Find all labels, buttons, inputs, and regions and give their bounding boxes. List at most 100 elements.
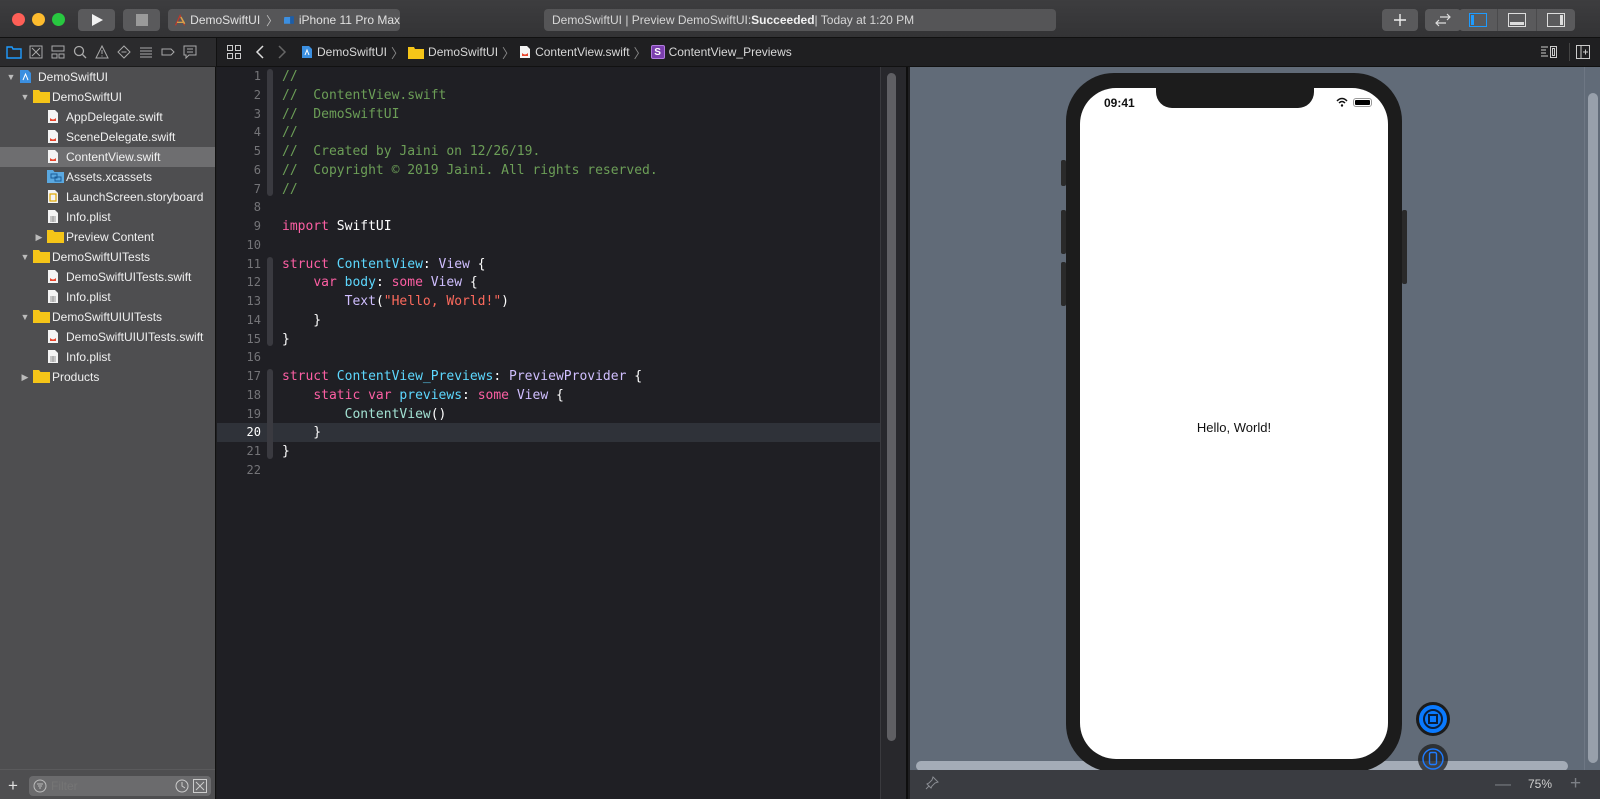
debug-navigator-tab[interactable]	[136, 43, 155, 62]
toggle-navigator-button[interactable]	[1459, 9, 1498, 31]
jumpbar-item-symbol[interactable]: S ContentView_Previews	[650, 45, 792, 59]
tree-item[interactable]: ▼ DemoSwiftUI	[0, 67, 215, 87]
disclosure-closed-icon[interactable]: ▶	[34, 232, 44, 242]
jumpbar-label: DemoSwiftUI	[428, 45, 499, 59]
find-navigator-tab[interactable]	[70, 43, 89, 62]
code-token: View	[430, 275, 463, 291]
tree-item[interactable]: Assets.xcassets	[0, 167, 215, 187]
canvas-vertical-scrollbar[interactable]	[1588, 93, 1598, 763]
code-fold-ribbon[interactable]	[267, 387, 273, 440]
tree-item-label: Preview Content	[66, 230, 155, 244]
toggle-inspector-button[interactable]	[1537, 9, 1575, 31]
left-panel-icon	[1469, 13, 1487, 27]
split-editor-icon	[1576, 45, 1590, 59]
pin-icon[interactable]	[925, 776, 939, 790]
tree-item[interactable]: ▼ DemoSwiftUITests	[0, 247, 215, 267]
battery-level	[1355, 99, 1370, 105]
filter-field[interactable]	[29, 776, 211, 796]
zoom-in-button[interactable]: +	[1570, 773, 1581, 795]
source-control-filter-icon[interactable]	[193, 779, 207, 793]
code-token: :	[422, 256, 439, 272]
report-navigator-tab[interactable]	[180, 43, 199, 62]
tree-item[interactable]: Info.plist	[0, 287, 215, 307]
add-editor-button[interactable]	[1576, 45, 1590, 62]
plist-icon	[47, 289, 62, 305]
line-number: 7	[253, 181, 261, 196]
breakpoint-navigator-tab[interactable]	[158, 43, 177, 62]
scheme-project-label: DemoSwiftUI	[190, 13, 261, 27]
minimize-window-button[interactable]	[32, 13, 45, 26]
zoom-level: 75%	[1528, 777, 1553, 791]
line-number: 15	[246, 331, 261, 346]
disclosure-open-icon[interactable]: ▼	[20, 252, 30, 262]
recent-files-icon[interactable]	[175, 779, 189, 793]
code-fold-ribbon[interactable]	[267, 275, 273, 328]
tree-item[interactable]: DemoSwiftUIUITests.swift	[0, 327, 215, 347]
source-editor[interactable]: 1 // 2 // ContentView.swift 3 // DemoSwiftUI 4…	[217, 67, 880, 799]
tree-item[interactable]: AppDelegate.swift	[0, 107, 215, 127]
tree-item[interactable]: ContentView.swift	[0, 147, 215, 167]
code-token: )	[501, 294, 509, 309]
test-navigator-tab[interactable]	[114, 43, 133, 62]
symbol-navigator-tab[interactable]	[48, 43, 67, 62]
editor-options-button[interactable]	[1540, 45, 1558, 62]
toggle-debug-area-button[interactable]	[1498, 9, 1537, 31]
close-window-button[interactable]	[12, 13, 25, 26]
plus-icon	[1394, 14, 1406, 26]
forward-chevron-icon[interactable]	[277, 45, 287, 59]
tree-item[interactable]: DemoSwiftUITests.swift	[0, 267, 215, 287]
library-button[interactable]	[1382, 9, 1418, 31]
code-token: ()	[430, 406, 447, 422]
code-token: }	[282, 312, 322, 328]
jumpbar-item-group[interactable]: DemoSwiftUI	[408, 45, 498, 59]
tree-item[interactable]: Info.plist	[0, 207, 215, 227]
swift-icon	[47, 129, 62, 145]
back-chevron-icon[interactable]	[255, 45, 265, 59]
disclosure-closed-icon[interactable]: ▶	[20, 372, 30, 382]
code-token: static	[313, 387, 361, 403]
list-icon	[139, 47, 152, 58]
scrollbar-thumb[interactable]	[887, 73, 896, 741]
source-control-navigator-tab[interactable]	[26, 43, 45, 62]
swift-icon	[47, 109, 62, 125]
code-review-button[interactable]	[1425, 9, 1461, 31]
speech-bubble-icon	[183, 45, 196, 59]
project-navigator-tab[interactable]	[4, 43, 23, 62]
issue-navigator-tab[interactable]	[92, 43, 111, 62]
related-items-icon[interactable]	[227, 45, 241, 59]
tree-item[interactable]: ▼ DemoSwiftUI	[0, 87, 215, 107]
disclosure-open-icon[interactable]: ▼	[20, 312, 30, 322]
code-line: Text("Hello, World!")	[282, 292, 509, 311]
code-token: some	[391, 275, 423, 291]
jumpbar-label: DemoSwiftUI	[317, 45, 388, 59]
tree-item[interactable]: ▶ Products	[0, 367, 215, 387]
scheme-selector[interactable]: DemoSwiftUI 〉 iPhone 11 Pro Max	[168, 9, 400, 31]
editor-minimap-scrollbar[interactable]	[880, 67, 908, 799]
disclosure-open-icon[interactable]: ▼	[20, 92, 30, 102]
filter-input[interactable]	[51, 779, 171, 793]
tree-item[interactable]: ▼ DemoSwiftUIUITests	[0, 307, 215, 327]
tree-item[interactable]: SceneDelegate.swift	[0, 127, 215, 147]
code-token: :	[462, 387, 478, 403]
jumpbar-item-file[interactable]: ContentView.swift	[519, 45, 630, 59]
code-fold-ribbon[interactable]	[267, 69, 273, 197]
code-line: var body: some View {	[282, 273, 477, 292]
run-button[interactable]	[78, 9, 115, 31]
stop-button[interactable]	[123, 9, 160, 31]
code-line: }	[282, 311, 321, 330]
live-preview-button[interactable]	[1416, 702, 1450, 736]
zoom-window-button[interactable]	[52, 13, 65, 26]
code-line: // ContentView.swift	[282, 86, 446, 105]
tree-item[interactable]: Info.plist	[0, 347, 215, 367]
disclosure-open-icon[interactable]: ▼	[6, 72, 16, 82]
preview-screen[interactable]: 09:41 Hello, World!	[1080, 88, 1388, 759]
add-file-button[interactable]: +	[8, 776, 18, 796]
tree-item[interactable]: ▶ Preview Content	[0, 227, 215, 247]
code-token: PreviewProvider	[509, 369, 627, 384]
code-line: ContentView()	[282, 405, 447, 424]
jumpbar-item-project[interactable]: DemoSwiftUI	[301, 45, 387, 59]
code-token: (	[375, 294, 384, 309]
zoom-out-button[interactable]: —	[1495, 776, 1511, 794]
tree-item[interactable]: LaunchScreen.storyboard	[0, 187, 215, 207]
